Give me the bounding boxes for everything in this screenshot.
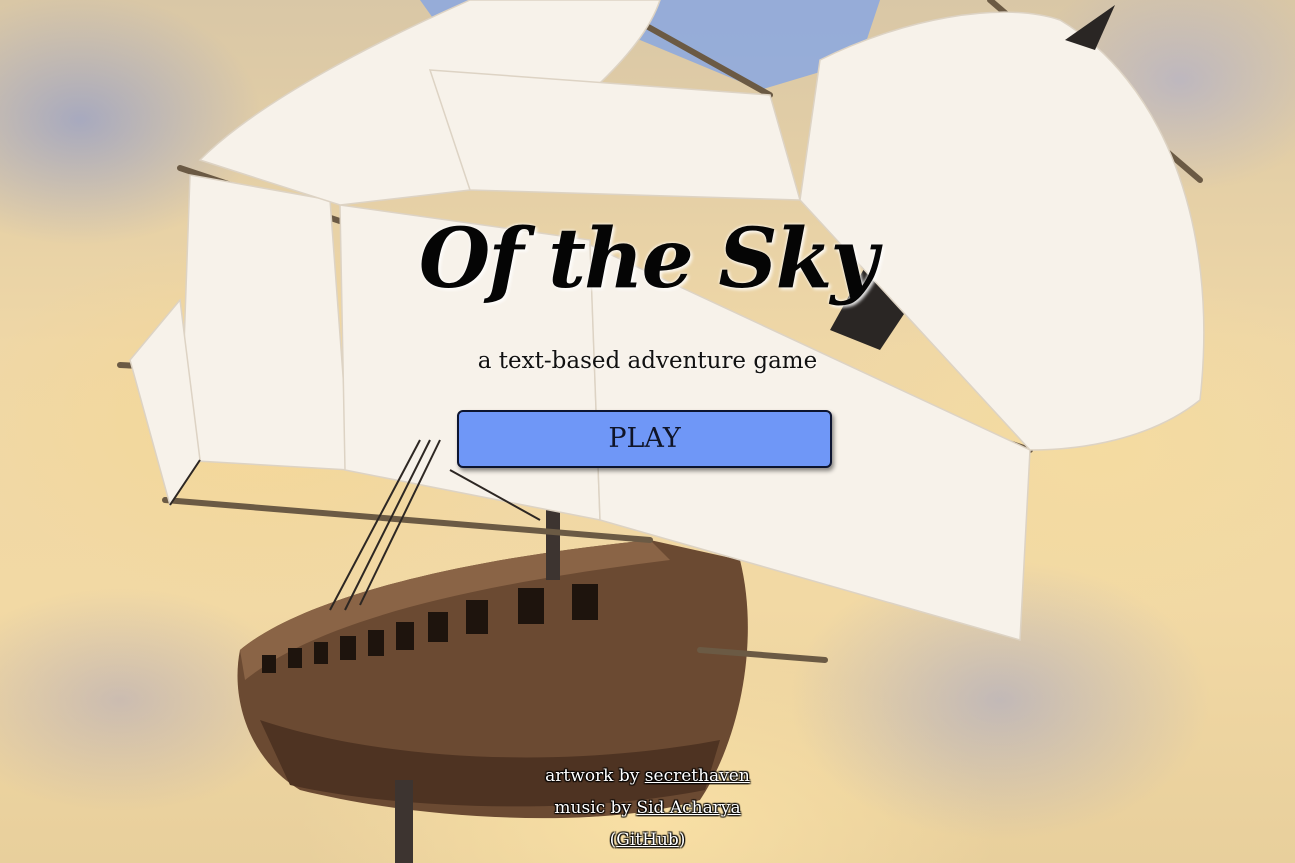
artwork-credit: artwork by secrethaven (0, 760, 1295, 792)
music-credit: music by Sid Acharya (0, 792, 1295, 824)
artwork-author-link[interactable]: secrethaven (645, 766, 750, 786)
github-credit: (GitHub) (0, 824, 1295, 856)
music-credit-label: music by (554, 798, 632, 818)
credits: artwork by secrethaven music by Sid Acha… (0, 760, 1295, 856)
artwork-credit-label: artwork by (545, 766, 640, 786)
game-title: Of the Sky (418, 211, 878, 307)
github-link[interactable]: GitHub (616, 830, 679, 850)
music-author-link[interactable]: Sid Acharya (636, 798, 740, 818)
github-close-paren: ) (678, 830, 686, 850)
play-button[interactable]: PLAY (457, 410, 832, 468)
game-subtitle: a text-based adventure game (477, 348, 818, 374)
